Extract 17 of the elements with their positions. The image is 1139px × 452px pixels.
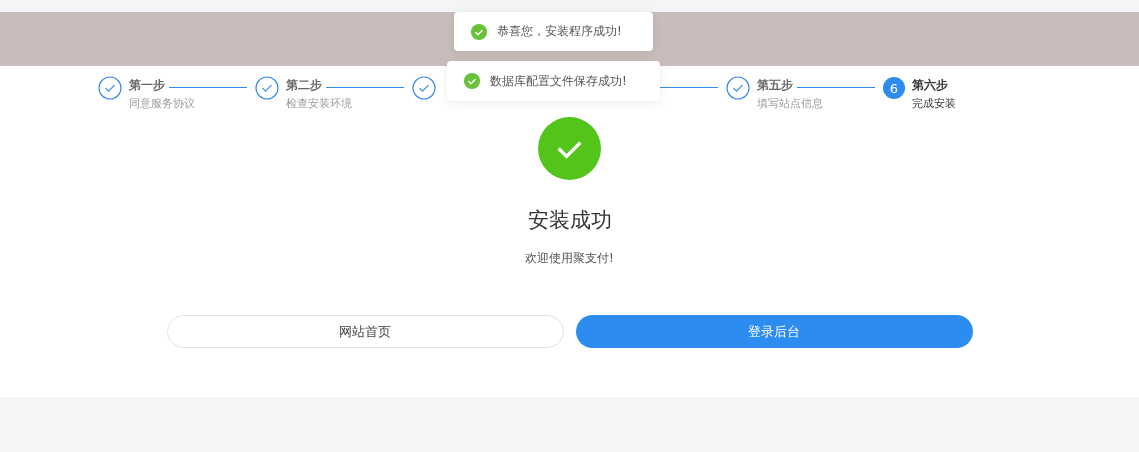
step-subtitle: 同意服务协议 bbox=[129, 96, 196, 111]
step-subtitle: 填写站点信息 bbox=[757, 96, 824, 111]
step-title: 第一步 bbox=[129, 76, 165, 94]
home-button[interactable]: 网站首页 bbox=[166, 315, 564, 348]
step-subtitle: 检查安装环境 bbox=[286, 96, 353, 111]
toast-text: 恭喜您，安装程序成功! bbox=[497, 23, 622, 40]
step-subtitle: 完成安装 bbox=[912, 96, 956, 111]
success-check-icon bbox=[538, 117, 601, 180]
step-title: 第六步 bbox=[912, 76, 948, 94]
result-title: 安装成功 bbox=[527, 207, 612, 234]
success-icon bbox=[463, 72, 481, 90]
toast-text: 数据库配置文件保存成功! bbox=[490, 72, 627, 90]
result-message: 欢迎使用聚支付! bbox=[525, 250, 614, 267]
success-icon bbox=[470, 22, 488, 41]
step-number: 6 bbox=[883, 77, 905, 99]
step-title: 第二步 bbox=[286, 76, 322, 94]
step-title: 第五步 bbox=[757, 76, 793, 94]
